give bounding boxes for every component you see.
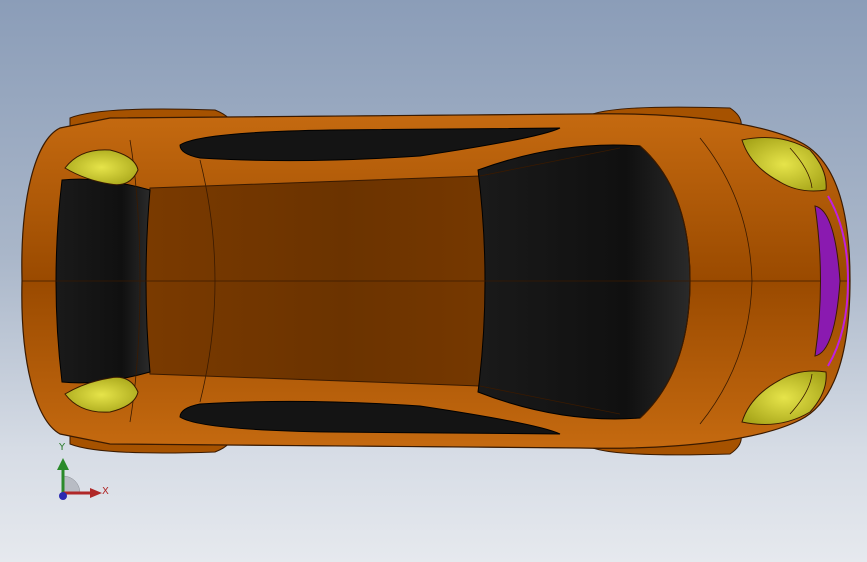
graphics-viewport[interactable]: Y X <box>0 0 867 562</box>
windshield <box>477 144 691 420</box>
car-model[interactable] <box>0 0 867 562</box>
y-axis-label: Y <box>59 442 66 453</box>
x-axis-label: X <box>102 486 109 497</box>
coordinate-triad: Y X <box>40 438 120 508</box>
coordinate-triad-icon <box>57 458 102 500</box>
